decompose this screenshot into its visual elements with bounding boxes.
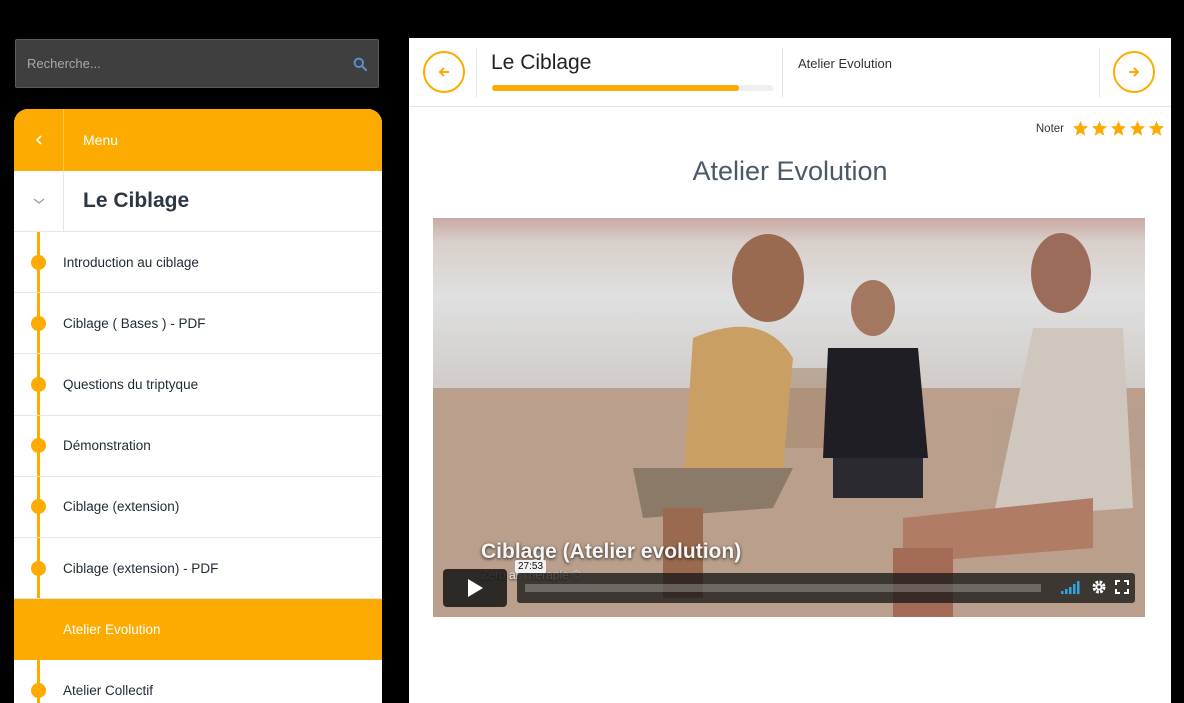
lesson-item[interactable]: Introduction au ciblage (14, 232, 382, 294)
lesson-dot-icon (31, 315, 46, 331)
lesson-dot-icon (31, 560, 46, 576)
previous-lesson-button[interactable] (423, 51, 465, 93)
star-icon[interactable] (1091, 120, 1108, 137)
divider (1099, 48, 1100, 97)
play-button[interactable] (443, 569, 507, 607)
lesson-item-label: Questions du triptyque (63, 376, 199, 392)
play-icon (468, 579, 483, 597)
lesson-heading: Atelier Evolution (692, 156, 888, 186)
lesson-item-label: Ciblage ( Bases ) - PDF (63, 315, 206, 331)
lesson-item[interactable]: Ciblage ( Bases ) - PDF (14, 293, 382, 355)
search-box[interactable] (15, 39, 379, 88)
star-icon[interactable] (1148, 120, 1165, 137)
course-sidebar: Menu Le Ciblage Introduction au ciblage C… (14, 109, 382, 703)
gear-icon[interactable] (1091, 579, 1107, 595)
lesson-item[interactable]: Atelier Evolution (14, 599, 382, 661)
search-icon[interactable] (353, 57, 367, 71)
lesson-dot-icon (31, 438, 46, 454)
lesson-dot-icon (31, 254, 46, 270)
current-lesson-label: Atelier Evolution (798, 56, 892, 71)
lesson-item-label: Ciblage (extension) (63, 499, 180, 515)
lesson-item[interactable]: Ciblage (extension) - PDF (14, 538, 382, 600)
video-timeline[interactable]: 27:53 (515, 560, 1041, 592)
star-icon[interactable] (1129, 120, 1146, 137)
back-button[interactable] (14, 109, 64, 171)
lesson-item-label: Démonstration (63, 438, 151, 454)
volume-icon[interactable] (1061, 580, 1083, 594)
course-toggle-button[interactable] (14, 170, 64, 232)
lesson-item-label: Atelier Collectif (63, 682, 154, 698)
star-icon[interactable] (1072, 120, 1089, 137)
menu-label: Menu (83, 132, 119, 148)
lesson-list: Introduction au ciblage Ciblage ( Bases )… (14, 232, 382, 703)
lesson-item-label: Atelier Evolution (63, 621, 161, 637)
fullscreen-icon[interactable] (1115, 580, 1129, 594)
rating-label: Noter (1035, 122, 1064, 135)
arrow-left-icon (438, 67, 449, 77)
lesson-panel: Le Ciblage Atelier Evolution Noter Ateli… (409, 38, 1171, 703)
divider (782, 48, 783, 97)
video-control-bar: 27:53 (515, 560, 1135, 603)
lesson-item[interactable]: Démonstration (14, 416, 382, 477)
lesson-item[interactable]: Atelier Collectif (14, 660, 382, 703)
lesson-item-label: Introduction au ciblage (63, 254, 199, 270)
chevron-down-icon (33, 198, 44, 204)
course-progress-bar (492, 85, 773, 91)
lesson-dot-icon (31, 376, 46, 392)
lesson-item[interactable]: Questions du triptyque (14, 354, 382, 416)
video-duration: 27:53 (515, 560, 547, 573)
search-input[interactable] (16, 40, 378, 87)
next-lesson-button[interactable] (1113, 51, 1155, 93)
video-controls: 27:53 (443, 560, 1135, 607)
lesson-topbar: Le Ciblage Atelier Evolution (409, 38, 1171, 107)
arrow-right-icon (1129, 67, 1140, 77)
chevron-left-icon (35, 135, 42, 145)
course-header: Le Ciblage (14, 170, 382, 232)
lesson-title: Le Ciblage (491, 51, 592, 74)
sidebar-menu-header: Menu (14, 109, 382, 171)
course-title: Le Ciblage (83, 189, 190, 212)
progress-fill (492, 85, 740, 91)
star-icon[interactable] (1110, 120, 1127, 137)
lesson-item[interactable]: Ciblage (extension) (14, 477, 382, 538)
lesson-rating: Noter (1036, 120, 1165, 137)
video-player[interactable]: Ciblage (Atelier evolution) Zéro al Thér… (433, 218, 1145, 617)
lesson-dot-icon (31, 682, 46, 698)
lesson-dot-icon (31, 499, 46, 515)
video-control-icons (1061, 579, 1129, 595)
divider (476, 48, 477, 97)
lesson-item-label: Ciblage (extension) - PDF (63, 560, 219, 576)
